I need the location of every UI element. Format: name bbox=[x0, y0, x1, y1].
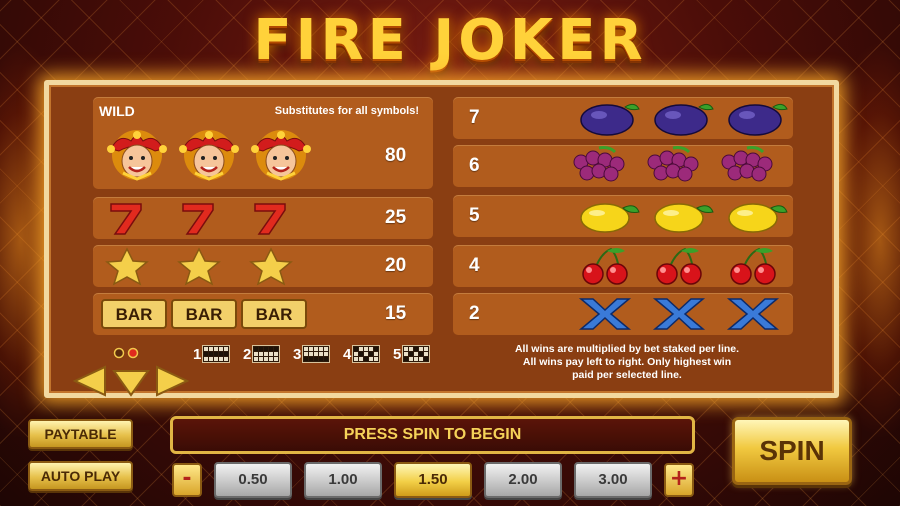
lemon-icon bbox=[580, 203, 788, 233]
paytable-row-wild: WILD Substitutes for all symbols! 80 bbox=[93, 97, 433, 189]
paytable-row-cherry: 4 bbox=[453, 245, 793, 287]
bet-option-2-00[interactable]: 2.00 bbox=[484, 462, 562, 498]
bet-option-3-00[interactable]: 3.00 bbox=[574, 462, 652, 498]
joker-icon bbox=[107, 129, 313, 181]
payout-grapes: 6 bbox=[469, 155, 480, 176]
payline-3: 3 bbox=[293, 345, 331, 363]
payline-3-grid bbox=[302, 345, 331, 363]
svg-text:BAR: BAR bbox=[116, 305, 153, 324]
paytable-row-grapes: 6 bbox=[453, 145, 793, 187]
paytable-info: All wins are multiplied by bet staked pe… bbox=[462, 343, 792, 382]
bet-increase-button[interactable]: + bbox=[664, 463, 694, 497]
paytable-button[interactable]: PAYTABLE bbox=[28, 419, 133, 449]
info-line-3: paid per selected line. bbox=[572, 369, 682, 381]
plum-icon bbox=[580, 103, 788, 136]
payline-2: 2 bbox=[243, 345, 281, 363]
wild-description: Substitutes for all symbols! bbox=[274, 105, 419, 117]
payout-x: 2 bbox=[469, 303, 480, 324]
paytable-row-x: 2 bbox=[453, 293, 793, 335]
payout-lemon: 5 bbox=[469, 205, 480, 226]
bet-option-1-50[interactable]: 1.50 bbox=[394, 462, 472, 498]
arrow-down-icon[interactable] bbox=[111, 367, 151, 399]
star-icon bbox=[105, 247, 292, 286]
wild-label: WILD bbox=[99, 103, 135, 119]
arrow-right-icon[interactable] bbox=[151, 365, 191, 397]
payline-number: 3 bbox=[293, 345, 302, 363]
paytable-row-plum: 7 bbox=[453, 97, 793, 139]
bet-decrease-button[interactable]: - bbox=[172, 463, 202, 497]
payout-wild: 80 bbox=[385, 145, 407, 166]
payline-number: 4 bbox=[343, 345, 352, 363]
cherry-icon bbox=[582, 247, 776, 285]
message-bar: PRESS SPIN TO BEGIN bbox=[170, 416, 695, 454]
paytable-row-star: 20 bbox=[93, 245, 433, 287]
payline-5: 5 bbox=[393, 345, 431, 363]
payline-number: 2 bbox=[243, 345, 252, 363]
paytable-board: WILD Substitutes for all symbols! 80 25 … bbox=[44, 80, 839, 398]
payline-number: 1 bbox=[193, 345, 202, 363]
payline-5-grid bbox=[402, 345, 431, 363]
payout-star: 20 bbox=[385, 255, 407, 276]
game-title: FIRE JOKER bbox=[253, 8, 647, 73]
payline-1: 1 bbox=[193, 345, 231, 363]
x-icon bbox=[578, 298, 778, 330]
paytable-row-seven: 25 bbox=[93, 197, 433, 239]
spin-button[interactable]: SPIN bbox=[732, 417, 852, 485]
payout-cherry: 4 bbox=[469, 255, 480, 276]
info-line-2: All wins pay left to right. Only highest… bbox=[522, 356, 732, 368]
bet-option-1-00[interactable]: 1.00 bbox=[304, 462, 382, 498]
seven-icon bbox=[110, 203, 286, 235]
bar-icon: BAR bbox=[101, 299, 307, 329]
payline-4: 4 bbox=[343, 345, 381, 363]
payline-1-grid bbox=[202, 345, 231, 363]
grapes-icon bbox=[573, 146, 774, 183]
paytable-row-lemon: 5 bbox=[453, 195, 793, 237]
payout-plum: 7 bbox=[469, 107, 480, 128]
payout-bar: 15 bbox=[385, 303, 407, 324]
autoplay-button[interactable]: AUTO PLAY bbox=[28, 461, 133, 491]
payline-number: 5 bbox=[393, 345, 402, 363]
arrow-left-icon[interactable] bbox=[71, 365, 111, 397]
bet-option-0-50[interactable]: 0.50 bbox=[214, 462, 292, 498]
payout-seven: 25 bbox=[385, 207, 407, 228]
payline-2-grid bbox=[252, 345, 281, 363]
page-indicator bbox=[113, 347, 139, 359]
payline-4-grid bbox=[352, 345, 381, 363]
paytable-row-bar: BAR 15 bbox=[93, 293, 433, 335]
info-line-1: All wins are multiplied by bet staked pe… bbox=[514, 343, 740, 355]
